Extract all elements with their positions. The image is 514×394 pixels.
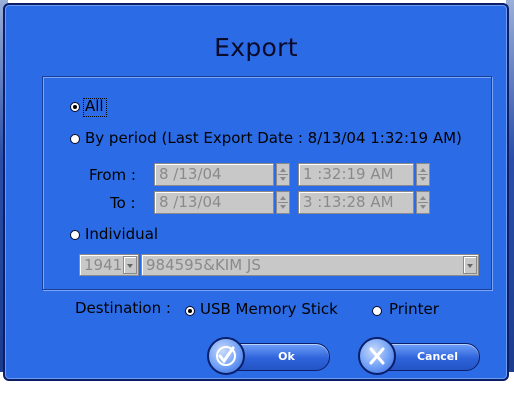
export-options-group: All By period (Last Export Date : 8/13/0… bbox=[42, 76, 492, 290]
destination-label: Destination : bbox=[75, 299, 171, 317]
from-date-field[interactable]: 8 /13/04 bbox=[154, 163, 274, 186]
spinner-divider bbox=[278, 174, 288, 175]
from-label: From : bbox=[89, 166, 136, 184]
spinner-divider bbox=[418, 174, 428, 175]
spinner-divider bbox=[278, 202, 288, 203]
from-time-spinner[interactable] bbox=[416, 163, 430, 186]
spinner-up-icon bbox=[280, 168, 286, 172]
spinner-up-icon bbox=[420, 196, 426, 200]
cancel-button-label: Cancel bbox=[416, 350, 459, 363]
from-date-spinner[interactable] bbox=[276, 163, 290, 186]
dialog-title: Export bbox=[214, 33, 298, 62]
all-label[interactable]: All bbox=[85, 97, 104, 115]
spinner-divider bbox=[418, 202, 428, 203]
usb-memory-stick-radio[interactable] bbox=[185, 306, 195, 316]
to-date-spinner[interactable] bbox=[276, 191, 290, 214]
spinner-down-icon bbox=[420, 177, 426, 181]
export-dialog: Export All By period (Last Export Date :… bbox=[3, 3, 509, 381]
spinner-down-icon bbox=[280, 205, 286, 209]
to-label: To : bbox=[110, 194, 136, 212]
printer-label[interactable]: Printer bbox=[389, 300, 439, 318]
usb-memory-stick-label[interactable]: USB Memory Stick bbox=[200, 300, 338, 318]
spinner-up-icon bbox=[420, 168, 426, 172]
to-date-field[interactable]: 8 /13/04 bbox=[154, 191, 274, 214]
chevron-down-icon[interactable] bbox=[123, 256, 137, 274]
spinner-down-icon bbox=[420, 205, 426, 209]
from-time-field[interactable]: 1 :32:19 AM bbox=[298, 163, 414, 186]
x-circle-icon[interactable] bbox=[358, 337, 396, 375]
individual-label[interactable]: Individual bbox=[85, 225, 158, 243]
individual-radio[interactable] bbox=[70, 230, 80, 240]
individual-person-select[interactable]: 984595&KIM JS bbox=[141, 254, 479, 276]
spinner-down-icon bbox=[280, 177, 286, 181]
to-time-spinner[interactable] bbox=[416, 191, 430, 214]
printer-radio[interactable] bbox=[372, 306, 382, 316]
by-period-label[interactable]: By period (Last Export Date : 8/13/04 1:… bbox=[85, 129, 462, 147]
to-time-field[interactable]: 3 :13:28 AM bbox=[298, 191, 414, 214]
all-radio[interactable] bbox=[70, 102, 80, 112]
chevron-down-icon[interactable] bbox=[463, 256, 477, 274]
spinner-up-icon bbox=[280, 196, 286, 200]
by-period-radio[interactable] bbox=[70, 134, 80, 144]
ok-button-label: Ok bbox=[278, 350, 295, 363]
check-circle-icon[interactable] bbox=[207, 337, 245, 375]
